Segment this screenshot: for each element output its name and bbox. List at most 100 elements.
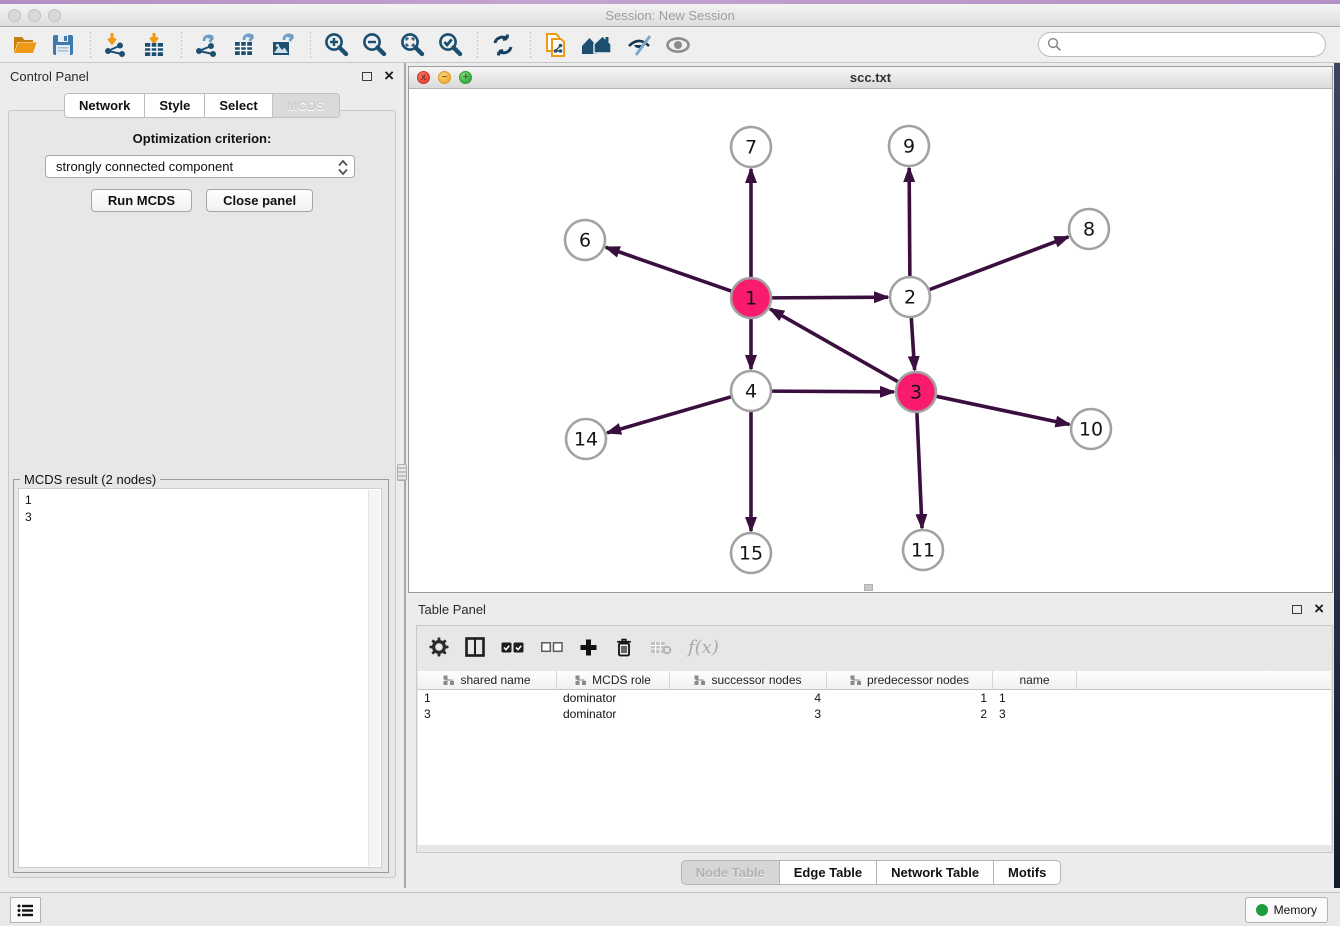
graph-edge-3-1[interactable]	[770, 309, 899, 383]
open-session-icon[interactable]	[10, 31, 40, 59]
close-panel-icon[interactable]: ×	[384, 71, 394, 81]
window-controls-inactive[interactable]	[8, 9, 61, 22]
cell-shared-name[interactable]: 3	[418, 707, 557, 721]
mcds-result-list[interactable]: 1 3	[18, 488, 382, 868]
graph-node-label-4: 4	[745, 381, 757, 403]
network-maximize-icon[interactable]: +	[459, 71, 472, 84]
split-divider-handle[interactable]	[397, 464, 407, 481]
export-table-icon[interactable]	[230, 31, 260, 59]
import-table-icon[interactable]	[139, 31, 169, 59]
graph-edge-1-2[interactable]	[770, 297, 888, 298]
memory-status-icon	[1256, 904, 1268, 916]
zoom-fit-icon[interactable]	[397, 31, 427, 59]
zoom-window-icon[interactable]	[48, 9, 61, 22]
table-row[interactable]: 3 dominator 3 2 3	[418, 706, 1331, 722]
graph-edge-3-11[interactable]	[917, 411, 922, 528]
cell-shared-name[interactable]: 1	[418, 691, 557, 705]
network-close-icon[interactable]: x	[417, 71, 430, 84]
cell-predecessor-nodes[interactable]: 1	[827, 691, 993, 705]
unselect-all-columns-icon[interactable]	[541, 641, 563, 653]
attribute-icon	[694, 675, 706, 686]
create-column-icon[interactable]	[579, 638, 598, 657]
cell-predecessor-nodes[interactable]: 2	[827, 707, 993, 721]
function-builder-icon[interactable]: f(x)	[688, 637, 719, 658]
select-all-columns-icon[interactable]	[501, 641, 525, 654]
toolbar-separator	[530, 32, 531, 58]
node-table-container: f(x) shared name MCDS role successor nod…	[416, 625, 1333, 853]
graph-edge-2-8[interactable]	[928, 237, 1069, 290]
control-panel-tabs: Network Style Select MCDS	[0, 93, 404, 118]
delete-column-icon[interactable]	[614, 637, 634, 657]
graph-edge-4-14[interactable]	[607, 396, 733, 433]
cell-mcds-role[interactable]: dominator	[557, 707, 670, 721]
cell-mcds-role[interactable]: dominator	[557, 691, 670, 705]
graph-edge-2-9[interactable]	[909, 168, 910, 278]
tab-style[interactable]: Style	[144, 93, 204, 118]
cell-successor-nodes[interactable]: 3	[670, 707, 827, 721]
float-table-panel-icon[interactable]	[1292, 605, 1302, 614]
save-session-icon[interactable]	[48, 31, 78, 59]
refresh-icon[interactable]	[488, 31, 518, 59]
app-titlebar: Session: New Session	[0, 4, 1340, 27]
import-network-icon[interactable]	[101, 31, 131, 59]
table-row[interactable]: 1 dominator 4 1 1	[418, 690, 1331, 706]
minimize-window-icon[interactable]	[28, 9, 41, 22]
cell-name[interactable]: 3	[993, 707, 1077, 721]
zoom-out-icon[interactable]	[359, 31, 389, 59]
column-header-successor-nodes[interactable]: successor nodes	[670, 671, 827, 689]
network-graph[interactable]: 7968124314101511	[409, 89, 1332, 592]
close-panel-button[interactable]: Close panel	[206, 189, 313, 212]
tab-select[interactable]: Select	[204, 93, 271, 118]
show-column-panel-icon[interactable]	[465, 637, 485, 657]
column-header-shared-name[interactable]: shared name	[418, 671, 557, 689]
network-window-titlebar[interactable]: x − + scc.txt	[409, 67, 1332, 89]
close-table-panel-icon[interactable]: ×	[1314, 604, 1324, 614]
cell-successor-nodes[interactable]: 4	[670, 691, 827, 705]
mcds-panel: Optimization criterion: strongly connect…	[8, 110, 396, 878]
toolbar-separator	[181, 32, 182, 58]
tab-node-table[interactable]: Node Table	[681, 860, 779, 885]
attribute-icon	[443, 675, 455, 686]
attribute-icon	[850, 675, 862, 686]
table-settings-gear-icon[interactable]	[429, 637, 449, 657]
memory-button[interactable]: Memory	[1245, 897, 1328, 923]
control-panel: Control Panel × Network Style Select MCD…	[0, 63, 404, 888]
export-image-icon[interactable]	[268, 31, 298, 59]
zoom-selected-icon[interactable]	[435, 31, 465, 59]
show-all-icon[interactable]	[663, 31, 693, 59]
clone-network-icon[interactable]	[541, 31, 571, 59]
attribute-icon	[575, 675, 587, 686]
column-header-mcds-role[interactable]: MCDS role	[557, 671, 670, 689]
optimization-criterion-label: Optimization criterion:	[9, 131, 395, 146]
graph-edge-4-3[interactable]	[770, 391, 894, 392]
export-network-icon[interactable]	[192, 31, 222, 59]
column-header-predecessor-nodes[interactable]: predecessor nodes	[827, 671, 993, 689]
tab-network[interactable]: Network	[64, 93, 144, 118]
hide-selected-icon[interactable]	[625, 31, 655, 59]
network-canvas[interactable]: 7968124314101511	[409, 89, 1332, 592]
close-window-icon[interactable]	[8, 9, 21, 22]
network-minimize-icon[interactable]: −	[438, 71, 451, 84]
toolbar-separator	[90, 32, 91, 58]
node-table[interactable]: shared name MCDS role successor nodes pr…	[418, 671, 1331, 845]
column-header-name[interactable]: name	[993, 671, 1077, 689]
first-neighbors-icon[interactable]	[579, 31, 617, 59]
zoom-in-icon[interactable]	[321, 31, 351, 59]
delete-table-icon[interactable]	[650, 639, 672, 655]
tab-network-table[interactable]: Network Table	[876, 860, 993, 885]
task-history-button[interactable]	[10, 897, 41, 923]
result-line: 1	[25, 492, 381, 509]
network-hscrollbar-thumb[interactable]	[864, 584, 873, 591]
float-panel-icon[interactable]	[362, 72, 372, 81]
tab-mcds[interactable]: MCDS	[272, 93, 340, 118]
cell-name[interactable]: 1	[993, 691, 1077, 705]
run-mcds-button[interactable]: Run MCDS	[91, 189, 192, 212]
graph-edge-1-6[interactable]	[606, 247, 733, 291]
search-input[interactable]	[1038, 32, 1326, 57]
result-scrollbar[interactable]	[368, 490, 380, 866]
tab-motifs[interactable]: Motifs	[993, 860, 1061, 885]
criterion-select[interactable]: strongly connected component	[45, 155, 355, 178]
graph-edge-2-3[interactable]	[911, 316, 914, 370]
graph-edge-3-10[interactable]	[935, 396, 1070, 425]
tab-edge-table[interactable]: Edge Table	[779, 860, 876, 885]
